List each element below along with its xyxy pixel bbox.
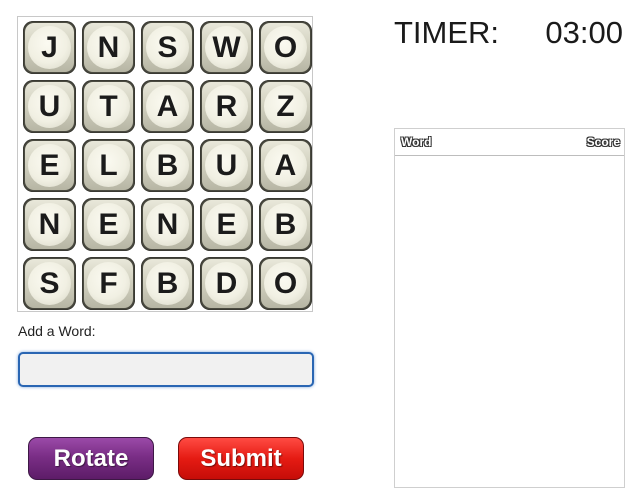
- rotate-button[interactable]: Rotate: [28, 437, 154, 480]
- die-letter: B: [146, 262, 189, 305]
- letter-die[interactable]: R: [200, 80, 253, 133]
- letter-die[interactable]: D: [200, 257, 253, 310]
- letter-die[interactable]: N: [82, 21, 135, 74]
- die-letter: W: [205, 26, 248, 69]
- die-letter: O: [264, 262, 307, 305]
- letter-die[interactable]: N: [23, 198, 76, 251]
- submit-button[interactable]: Submit: [178, 437, 304, 480]
- letter-die[interactable]: N: [141, 198, 194, 251]
- die-letter: U: [28, 85, 71, 128]
- letter-die[interactable]: E: [82, 198, 135, 251]
- add-word-label: Add a Word:: [18, 323, 96, 339]
- die-letter: Z: [264, 85, 307, 128]
- die-letter: E: [28, 144, 71, 187]
- die-letter: D: [205, 262, 248, 305]
- letter-die[interactable]: F: [82, 257, 135, 310]
- die-letter: U: [205, 144, 248, 187]
- score-column-header: Score: [586, 135, 620, 149]
- die-letter: S: [28, 262, 71, 305]
- die-letter: O: [264, 26, 307, 69]
- die-letter: A: [264, 144, 307, 187]
- die-letter: F: [87, 262, 130, 305]
- die-letter: T: [87, 85, 130, 128]
- word-column-header: Word: [401, 135, 432, 149]
- die-letter: S: [146, 26, 189, 69]
- die-letter: B: [264, 203, 307, 246]
- die-letter: N: [87, 26, 130, 69]
- letter-die[interactable]: U: [23, 80, 76, 133]
- die-letter: N: [146, 203, 189, 246]
- letter-die[interactable]: S: [141, 21, 194, 74]
- die-letter: A: [146, 85, 189, 128]
- letter-die[interactable]: O: [259, 257, 312, 310]
- letter-die[interactable]: W: [200, 21, 253, 74]
- letter-die[interactable]: B: [141, 139, 194, 192]
- die-letter: J: [28, 26, 71, 69]
- letter-die[interactable]: J: [23, 21, 76, 74]
- die-letter: E: [87, 203, 130, 246]
- word-input[interactable]: [18, 352, 314, 387]
- letter-die[interactable]: L: [82, 139, 135, 192]
- die-letter: N: [28, 203, 71, 246]
- letter-die[interactable]: A: [259, 139, 312, 192]
- letter-die[interactable]: E: [23, 139, 76, 192]
- letter-die[interactable]: E: [200, 198, 253, 251]
- die-letter: R: [205, 85, 248, 128]
- letter-die[interactable]: O: [259, 21, 312, 74]
- letter-die[interactable]: B: [141, 257, 194, 310]
- timer-value: 03:00: [545, 15, 623, 50]
- letter-die[interactable]: Z: [259, 80, 312, 133]
- die-letter: L: [87, 144, 130, 187]
- letter-die[interactable]: S: [23, 257, 76, 310]
- die-letter: B: [146, 144, 189, 187]
- score-table-header: Word Score: [395, 129, 624, 156]
- score-table: Word Score: [394, 128, 625, 488]
- letter-die[interactable]: U: [200, 139, 253, 192]
- timer-label: TIMER:: [394, 15, 500, 50]
- letter-die[interactable]: T: [82, 80, 135, 133]
- die-letter: E: [205, 203, 248, 246]
- letter-board: JNSWOUTARZELBUANENEBSFBDO: [17, 16, 313, 312]
- letter-die[interactable]: A: [141, 80, 194, 133]
- letter-die[interactable]: B: [259, 198, 312, 251]
